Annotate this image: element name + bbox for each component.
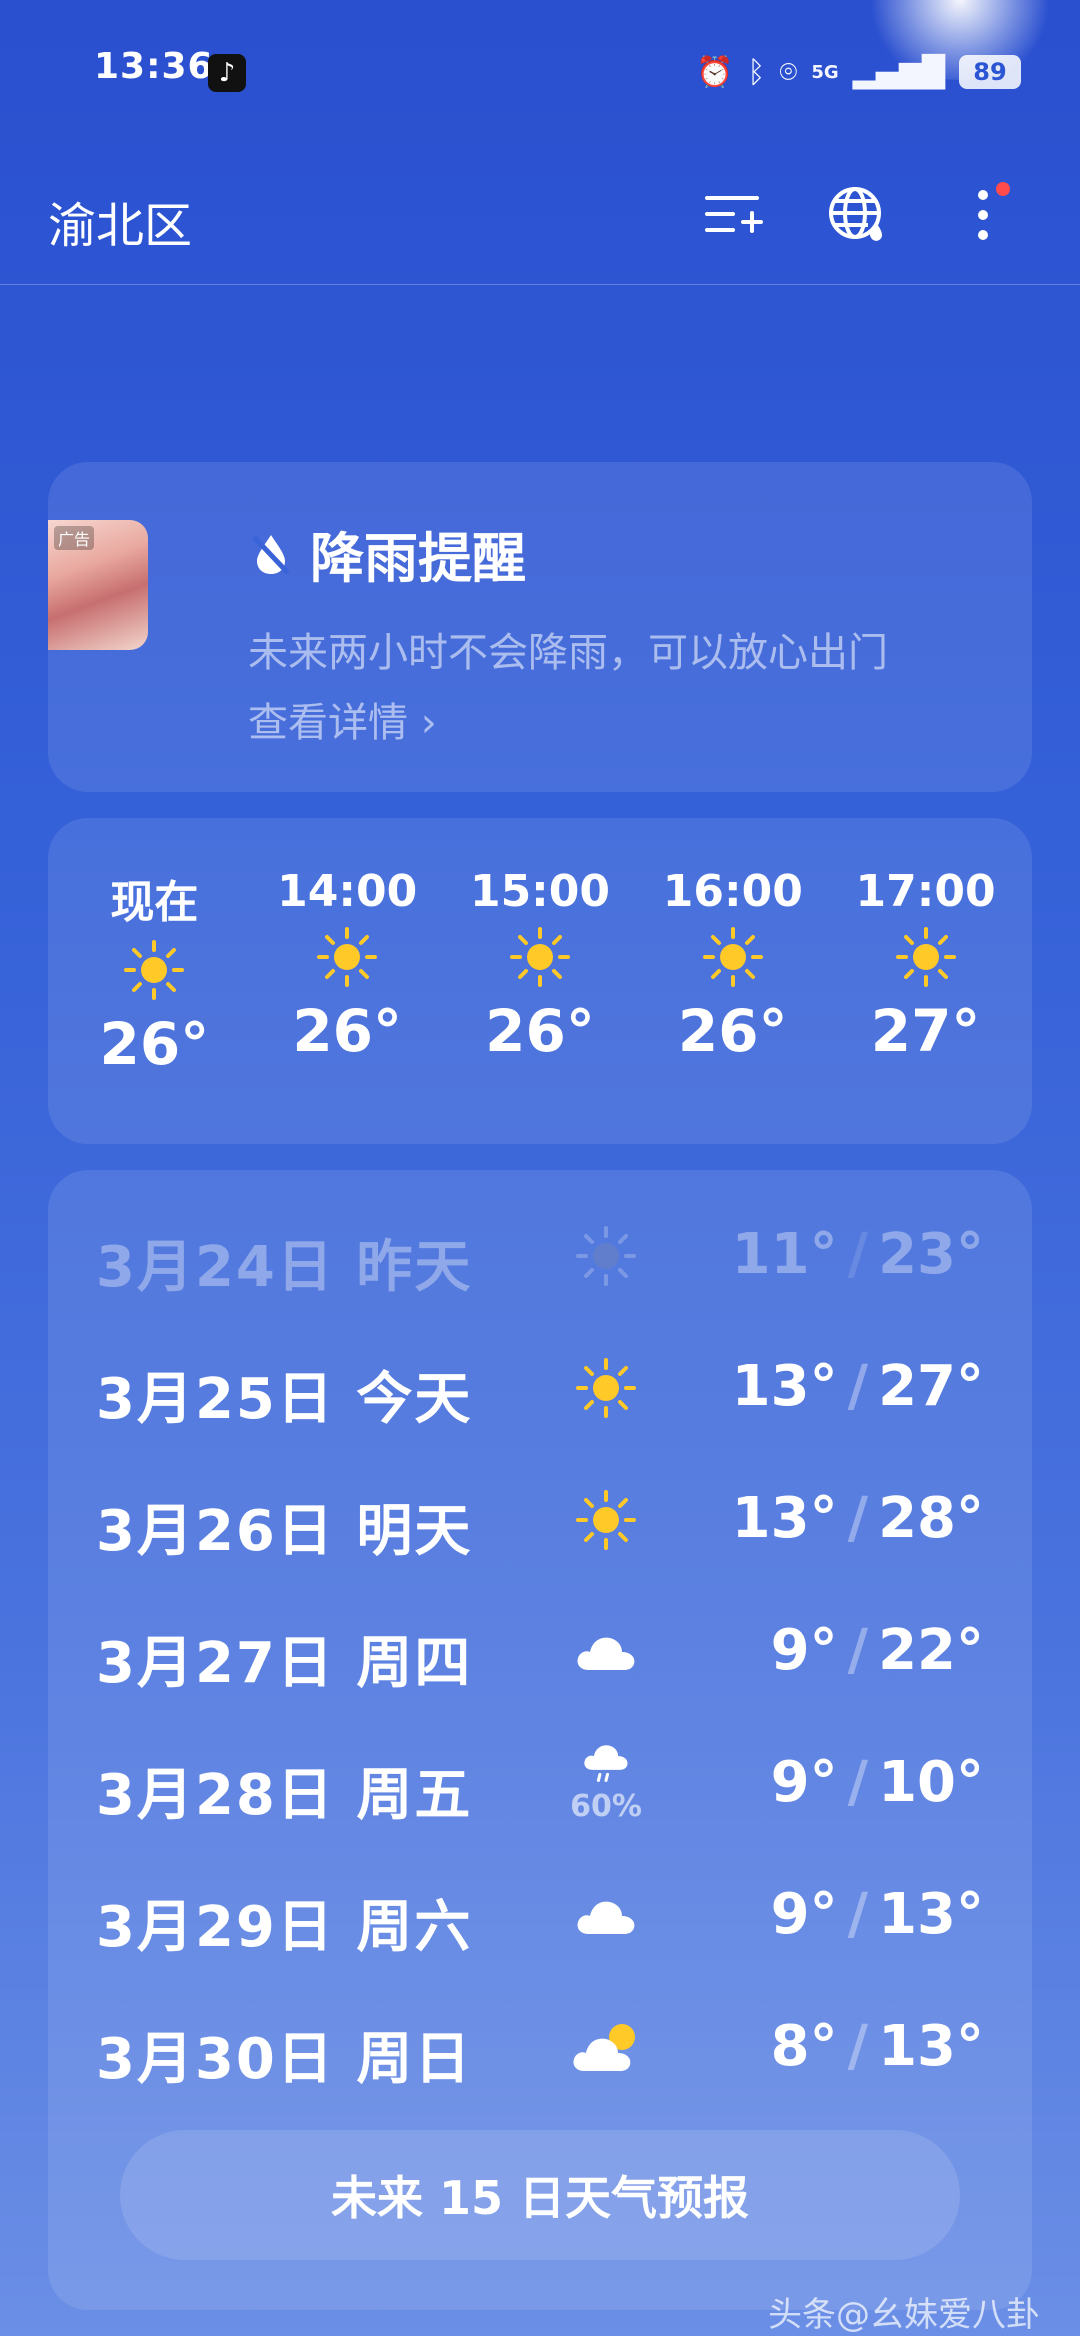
- sun-icon: [702, 927, 763, 987]
- daily-date: 3月27日 周四: [96, 1631, 473, 1696]
- sun-icon: [317, 927, 378, 987]
- daily-row[interactable]: 3月29日 周六 9°/13°: [48, 1854, 1032, 1974]
- ad-thumbnail[interactable]: 广告: [48, 520, 148, 650]
- hourly-item: 现在 26°: [64, 818, 244, 1144]
- rain-alert-title-row: 降雨提醒: [248, 514, 526, 593]
- daily-high: 13°: [878, 2014, 984, 2079]
- city-title[interactable]: 渝北区: [48, 186, 192, 256]
- 15-day-forecast-button[interactable]: 未来 15 日天气预报: [120, 2130, 960, 2260]
- daily-high: 23°: [878, 1222, 984, 1287]
- rain-cloud-icon: [584, 1745, 628, 1782]
- daily-date: 3月26日 明天: [96, 1499, 473, 1564]
- network-label: 5G: [811, 61, 839, 83]
- hour-temp: 26°: [99, 1010, 210, 1078]
- more-vertical-icon: [978, 190, 988, 240]
- daily-temp-range: 11°/23°: [731, 1222, 984, 1287]
- hour-label: 15:00: [469, 866, 611, 917]
- bluetooth-icon: ᛒ: [747, 54, 766, 90]
- daily-low: 11°: [731, 1222, 838, 1287]
- ad-tag: 广告: [54, 526, 95, 550]
- view-details-label: 查看详情: [248, 700, 408, 746]
- hourly-forecast-card: 现在 26° 14:00 26° 15:00 26° 16:00 26° 17:…: [48, 818, 1032, 1144]
- hour-label: 16:00: [662, 866, 803, 917]
- sun-icon: [576, 1490, 636, 1550]
- daily-temp-range: 8°/13°: [770, 2014, 984, 2079]
- view-details-link[interactable]: 查看详情 ›: [248, 690, 437, 748]
- daily-temp-range: 13°/28°: [731, 1486, 984, 1551]
- daily-low: 8°: [770, 2014, 838, 2079]
- daily-date: 3月30日 周日: [96, 2027, 473, 2092]
- sun-icon: [576, 1358, 636, 1418]
- daily-forecast-card: 3月24日 昨天 11°/23° 3月25日 今天 13°/27° 3月26日 …: [48, 1170, 1032, 2310]
- status-icons: ⏰ ᛒ ⌾ 5G ▂▄▆█ 89: [696, 50, 1021, 94]
- daily-temp-range: 9°/22°: [770, 1618, 984, 1683]
- daily-date: 3月28日 周五: [96, 1763, 473, 1828]
- hour-label: 17:00: [855, 866, 996, 917]
- daily-low: 9°: [770, 1618, 838, 1683]
- daily-temp-range: 9°/10°: [770, 1750, 984, 1815]
- sun-icon: [895, 927, 956, 987]
- chevron-right-icon: ›: [420, 700, 437, 746]
- daily-low: 9°: [770, 1882, 838, 1947]
- signal-icon: ▂▄▆█: [852, 54, 945, 90]
- daily-row[interactable]: 3月24日 昨天 11°/23°: [48, 1194, 1032, 1314]
- daily-temp-range: 13°/27°: [731, 1354, 984, 1419]
- battery-indicator: 89: [958, 55, 1021, 89]
- daily-row[interactable]: 3月26日 明天 13°/28°: [48, 1458, 1032, 1578]
- hour-temp: 26°: [485, 997, 595, 1065]
- daily-row[interactable]: 3月27日 周四 9°/22°: [48, 1590, 1032, 1710]
- daily-high: 22°: [878, 1618, 984, 1683]
- daily-high: 28°: [878, 1486, 984, 1551]
- hourly-item: 17:00 27°: [836, 818, 1016, 1144]
- precip-chance: 60%: [570, 1789, 642, 1824]
- rain-alert-card[interactable]: 广告 降雨提醒 未来两小时不会降雨，可以放心出门 查看详情 ›: [48, 462, 1032, 792]
- more-menu-button[interactable]: [948, 180, 1018, 250]
- daily-date: 3月29日 周六: [96, 1895, 473, 1960]
- app-header: 渝北区: [0, 140, 1080, 285]
- hour-label: 现在: [110, 877, 199, 928]
- globe-drop-icon: [829, 187, 882, 241]
- daily-temp-range: 9°/13°: [770, 1882, 984, 1947]
- daily-high: 10°: [878, 1750, 984, 1815]
- hour-temp: 26°: [292, 997, 403, 1065]
- notification-dot: [996, 182, 1010, 196]
- cloud-icon: [577, 1637, 635, 1670]
- location-icon: ⌾: [779, 54, 798, 90]
- list-add-icon: [705, 196, 763, 233]
- daily-row[interactable]: 3月25日 今天 13°/27°: [48, 1326, 1032, 1446]
- sun-icon: [576, 1226, 636, 1286]
- daily-date: 3月24日 昨天: [96, 1235, 473, 1300]
- rain-alert-title: 降雨提醒: [310, 527, 526, 590]
- hour-temp: 27°: [870, 997, 981, 1065]
- daily-high: 27°: [878, 1354, 984, 1419]
- alarm-icon: ⏰: [696, 54, 734, 90]
- hourly-item: 16:00 26°: [643, 818, 823, 1144]
- daily-row[interactable]: 3月28日 周五 60% 9°/10°: [48, 1722, 1032, 1842]
- hourly-item: 14:00 26°: [257, 818, 437, 1144]
- hour-label: 14:00: [277, 866, 418, 917]
- hourly-item: 15:00 26°: [450, 818, 630, 1144]
- hour-temp: 26°: [677, 997, 788, 1065]
- daily-row[interactable]: 3月30日 周日 8°/13°: [48, 1986, 1032, 2106]
- daily-low: 13°: [731, 1354, 838, 1419]
- air-quality-button[interactable]: [822, 180, 892, 250]
- rain-alert-description: 未来两小时不会降雨，可以放心出门: [248, 630, 888, 676]
- city-manage-button[interactable]: [698, 180, 768, 250]
- sun-icon: [509, 927, 570, 987]
- watermark: 头条@幺妹爱八卦: [768, 2295, 1040, 2335]
- daily-date: 3月25日 今天: [96, 1367, 473, 1432]
- daily-high: 13°: [878, 1882, 984, 1947]
- daily-low: 9°: [770, 1750, 838, 1815]
- no-rain-icon: [252, 534, 290, 575]
- tiktok-icon: ♪: [208, 54, 246, 92]
- partly-cloudy-icon: [573, 2024, 635, 2071]
- status-bar: 13:36 ♪ ⏰ ᛒ ⌾ 5G ▂▄▆█ 89: [0, 0, 1080, 140]
- sun-icon: [124, 940, 185, 1000]
- daily-low: 13°: [731, 1486, 838, 1551]
- cloud-icon: [577, 1901, 635, 1934]
- status-time: 13:36: [94, 46, 214, 87]
